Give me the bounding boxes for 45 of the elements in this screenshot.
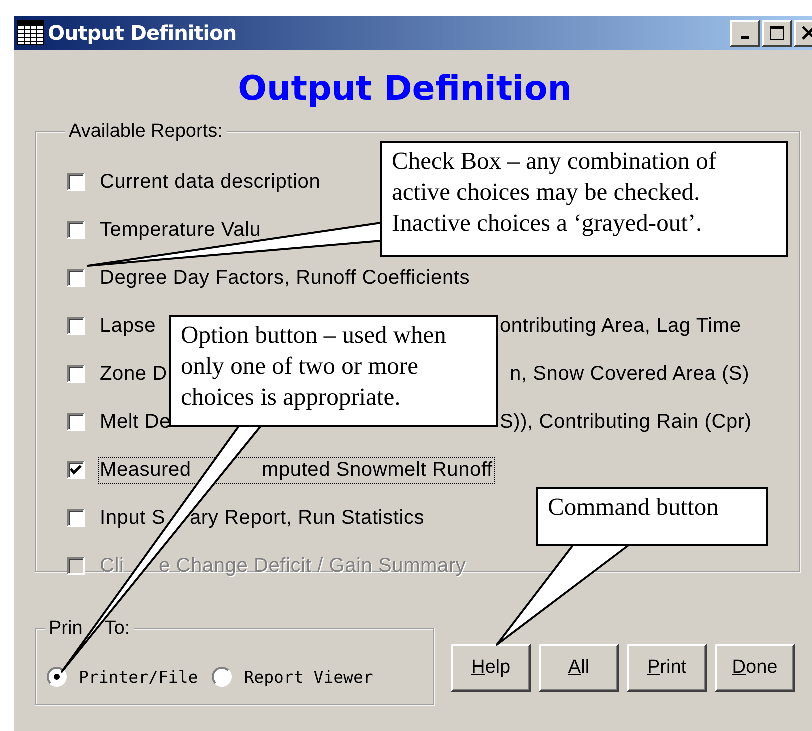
checkbox-label: Input S [100, 506, 166, 530]
checkbox-label: Degree Day Factors, Runoff Coefficients [100, 266, 470, 290]
checkbox[interactable] [67, 269, 85, 287]
callout: Command button [536, 487, 768, 546]
minimize-icon [741, 36, 749, 39]
radio-label: Printer/File [79, 668, 198, 686]
checkbox-label: Cli [100, 554, 124, 578]
checkbox[interactable] [67, 509, 85, 527]
checkbox-label: Current data description [100, 170, 321, 194]
callout: Check Box – any combination of active choices may be checked. Inactive choices a ‘grayed-out’. [380, 141, 788, 257]
checkbox-label: Zone D [100, 362, 168, 386]
table-icon [16, 19, 46, 47]
window-title: Output Definition [48, 21, 238, 45]
command-button[interactable]: All [539, 644, 619, 692]
command-button[interactable]: Help [451, 644, 531, 692]
checkbox-label: n, Snow Covered Area (S) [510, 362, 750, 386]
checkbox-label: Melt De [100, 410, 172, 434]
minimize-button[interactable] [730, 20, 760, 46]
checkbox-label: Lapse [100, 314, 156, 338]
checkbox-label: S)), Contributing Rain (Cpr) [500, 410, 752, 434]
command-button[interactable]: Print [627, 644, 707, 692]
radio-button[interactable] [47, 667, 67, 687]
checkbox[interactable] [67, 413, 85, 431]
checkbox-label: mputed Snowmelt Runoff [262, 458, 493, 482]
checkbox[interactable] [67, 461, 85, 479]
checkbox[interactable] [67, 365, 85, 383]
checkbox[interactable] [67, 221, 85, 239]
checkmark-icon [70, 465, 82, 475]
checkbox-label: Measured [100, 458, 192, 482]
maximize-button[interactable] [762, 20, 792, 46]
checkbox-label: ary Report, Run Statistics [190, 506, 425, 530]
checkbox[interactable] [67, 317, 85, 335]
group-label: Available Reports: [68, 121, 224, 143]
dialog-heading: Output Definition [237, 69, 573, 109]
callout: Option button – used when only one of two or more choices is appropriate. [169, 315, 498, 427]
checkbox-label: Temperature Valu [100, 218, 262, 242]
group-label: Prin [49, 618, 83, 640]
checkbox-label: e Change Deficit / Gain Summary [159, 554, 466, 578]
group-label: To: [104, 618, 130, 640]
checkbox-label: ontributing Area, Lag Time [500, 314, 742, 338]
command-button[interactable]: Done [715, 644, 795, 692]
radio-button[interactable] [212, 667, 232, 687]
radio-label: Report Viewer [244, 668, 374, 686]
checkbox[interactable] [67, 173, 85, 191]
maximize-icon [769, 25, 785, 41]
